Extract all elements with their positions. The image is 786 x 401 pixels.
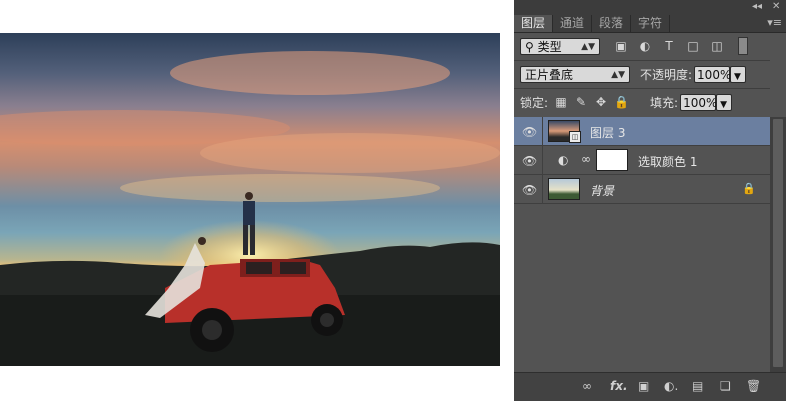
link-layers-icon[interactable]: ∞ (582, 379, 592, 393)
divider (514, 60, 770, 61)
close-panel-icon[interactable]: ✕ (772, 1, 780, 13)
layer-name: 选取颜色 1 (638, 155, 698, 169)
panel-topbar: ◂◂ ✕ (514, 0, 786, 14)
blend-mode-select[interactable]: 正片叠底 ▲▼ (520, 65, 630, 83)
visibility-eye-icon[interactable]: 👁 (522, 183, 537, 197)
divider (542, 146, 543, 175)
layer-thumbnail (548, 178, 580, 200)
layers-list: 👁 ◫ 图层 3 👁 ◐ ∞ 选取颜色 1 👁 背景 🔒 (514, 117, 770, 372)
new-layer-icon[interactable]: ❏ (720, 379, 731, 393)
lock-image-pixels-brush-icon[interactable]: ✎ (574, 95, 588, 109)
layer-row-layer3[interactable]: 👁 ◫ 图层 3 (514, 117, 770, 146)
adjustment-layer-icon: ◐ (558, 153, 569, 167)
tab-character[interactable]: 字符 (631, 15, 671, 32)
tab-paragraph[interactable]: 段落 (592, 15, 632, 32)
layer-row-background[interactable]: 👁 背景 🔒 (514, 175, 770, 204)
layers-bottom-toolbar: ∞ fx. ▣ ◐. ▤ ❏ 🗑 (514, 372, 786, 401)
opacity-dropdown-button[interactable]: ▼ (730, 65, 747, 83)
filter-kind-select[interactable]: ⚲ 类型 ▲▼ (520, 37, 600, 55)
lock-fill-row: 锁定: ▦ ✎ ✥ 🔒 填充: 100% ▼ (514, 92, 770, 112)
new-adjustment-layer-icon[interactable]: ◐. (664, 379, 678, 393)
updown-arrow-icon: ▲▼ (611, 69, 625, 80)
layers-scrollbar[interactable] (770, 117, 786, 372)
layer-filter-row: ⚲ 类型 ▲▼ ▣ ◐ T □ ◫ (514, 36, 770, 56)
panel-tabs: 图层 通道 段落 字符 ▾≡ (514, 14, 786, 33)
divider (542, 175, 543, 204)
lock-position-move-icon[interactable]: ✥ (594, 95, 608, 109)
lock-all-icon[interactable]: 🔒 (614, 95, 629, 109)
chevron-down-icon: ▼ (734, 71, 741, 82)
search-icon: ⚲ (525, 39, 534, 54)
smart-object-badge-icon: ◫ (569, 131, 581, 143)
tab-layers[interactable]: 图层 (514, 15, 554, 32)
panel-menu-icon[interactable]: ▾≡ (767, 16, 782, 29)
layer-name: 图层 3 (590, 126, 626, 140)
fill-dropdown-button[interactable]: ▼ (716, 93, 733, 111)
opacity-label: 不透明度: (640, 67, 693, 82)
fill-label: 填充: (650, 95, 679, 110)
adjustment-filter-icon[interactable]: ◐ (638, 39, 652, 53)
visibility-eye-icon[interactable]: 👁 (522, 125, 537, 139)
lock-label: 锁定: (520, 95, 549, 110)
opacity-input[interactable]: 100% (694, 65, 732, 83)
updown-arrow-icon: ▲▼ (581, 41, 595, 52)
new-group-folder-icon[interactable]: ▤ (692, 379, 703, 393)
lock-transparent-pixels-icon[interactable]: ▦ (554, 95, 568, 109)
blend-opacity-row: 正片叠底 ▲▼ 不透明度: 100% ▼ (514, 64, 770, 84)
visibility-eye-icon[interactable]: 👁 (522, 154, 537, 168)
opacity-value: 100% (697, 67, 732, 82)
layer-mask-thumbnail[interactable] (596, 149, 628, 171)
delete-layer-trash-icon[interactable]: 🗑 (746, 379, 761, 393)
scrollbar-thumb[interactable] (773, 119, 783, 367)
tab-channels[interactable]: 通道 (553, 15, 593, 32)
fx-layer-style-icon[interactable]: fx. (610, 379, 628, 393)
fill-value: 100% (683, 95, 718, 110)
fill-input[interactable]: 100% (680, 93, 718, 111)
chain-link-icon[interactable]: ∞ (581, 152, 591, 166)
filter-toggle-switch[interactable] (738, 37, 748, 55)
document-canvas-photo (0, 33, 500, 366)
add-mask-icon[interactable]: ▣ (638, 379, 649, 393)
type-filter-icon[interactable]: T (662, 39, 676, 53)
layer-name: 背景 (590, 184, 615, 198)
divider (542, 117, 543, 146)
filter-kind-label: 类型 (537, 39, 562, 54)
chevron-down-icon: ▼ (720, 99, 728, 110)
layer-row-selective-color[interactable]: 👁 ◐ ∞ 选取颜色 1 (514, 146, 770, 175)
pixel-filter-icon[interactable]: ▣ (614, 39, 628, 53)
divider (514, 88, 770, 89)
layers-panel: ◂◂ ✕ 图层 通道 段落 字符 ▾≡ ⚲ 类型 ▲▼ ▣ ◐ T □ ◫ 正片… (514, 0, 786, 401)
shape-filter-icon[interactable]: □ (686, 39, 700, 53)
layer-lock-icon: 🔒 (742, 182, 756, 195)
blend-mode-value: 正片叠底 (525, 67, 574, 82)
smart-object-filter-icon[interactable]: ◫ (710, 39, 724, 53)
collapse-panel-icon[interactable]: ◂◂ (752, 1, 762, 13)
